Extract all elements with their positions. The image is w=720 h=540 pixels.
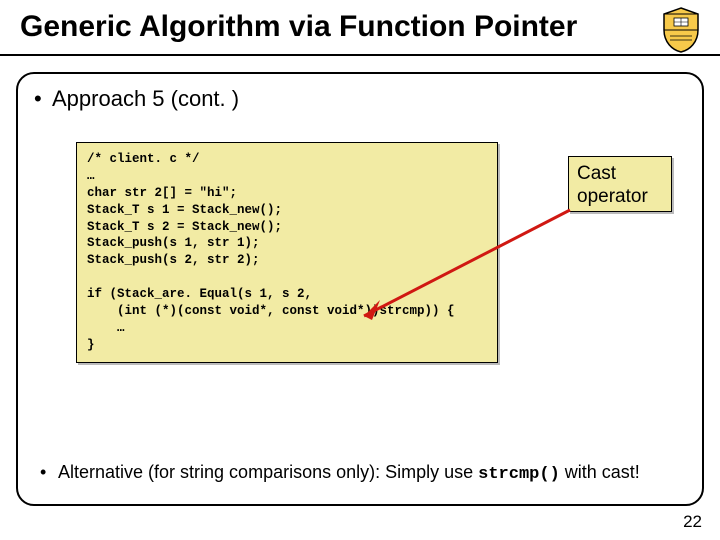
title-divider xyxy=(0,54,720,56)
bullet-approach: •Approach 5 (cont. ) xyxy=(34,86,686,112)
bullet-text: Approach 5 (cont. ) xyxy=(52,86,239,111)
crest-icon xyxy=(660,6,702,54)
callout-line1: Cast xyxy=(577,163,663,186)
callout-cast-operator: Cast operator xyxy=(568,156,672,212)
bullet-dot-icon: • xyxy=(40,461,58,484)
bullet-dot-icon: • xyxy=(34,86,52,112)
callout-line2: operator xyxy=(577,186,663,209)
page-number: 22 xyxy=(683,512,702,532)
bullet-alternative: •Alternative (for string comparisons onl… xyxy=(40,461,686,486)
slide-title: Generic Algorithm via Function Pointer xyxy=(20,10,700,44)
alt-prefix: Alternative (for string comparisons only… xyxy=(58,462,478,482)
slide: Generic Algorithm via Function Pointer •… xyxy=(0,0,720,540)
code-box: /* client. c */ … char str 2[] = "hi"; S… xyxy=(76,142,498,363)
title-area: Generic Algorithm via Function Pointer xyxy=(0,0,720,48)
alternative-text: Alternative (for string comparisons only… xyxy=(58,461,658,486)
alt-code: strcmp() xyxy=(478,465,560,484)
alt-suffix: with cast! xyxy=(560,462,640,482)
body-frame: •Approach 5 (cont. ) /* client. c */ … c… xyxy=(16,72,704,506)
